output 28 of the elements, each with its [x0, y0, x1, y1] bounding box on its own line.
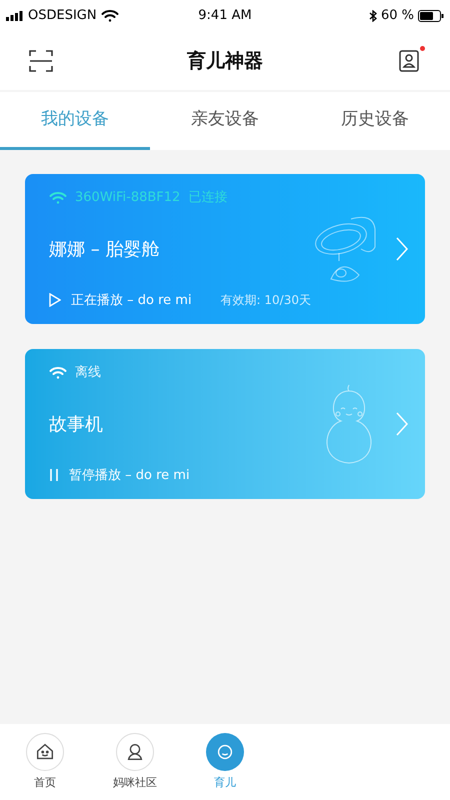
signal-icon	[6, 11, 24, 21]
device-name: 故事机	[49, 412, 104, 436]
page-title: 育儿神器	[187, 48, 263, 74]
playback-status: 暂停播放 – do re mi	[69, 466, 190, 484]
bluetooth-icon	[368, 10, 377, 22]
connection-status: 已连接	[188, 189, 228, 207]
validity-period: 有效期: 10/30天	[220, 292, 311, 310]
wifi-name: 360WiFi-88BF12	[75, 189, 180, 207]
battery-icon	[418, 10, 444, 22]
playback-status: 正在播放 – do re mi	[71, 292, 192, 310]
chevron-right-icon	[395, 236, 409, 262]
pause-icon[interactable]	[49, 468, 59, 482]
play-icon[interactable]	[49, 293, 61, 308]
nav-tab[interactable]: 妈咪社区	[90, 724, 180, 800]
device-tab[interactable]: 历史设备	[300, 92, 450, 150]
house-icon	[26, 732, 64, 771]
face-icon	[206, 732, 244, 771]
chevron-right-icon	[395, 411, 409, 437]
carrier-name: OSDESIGN	[28, 7, 97, 26]
connection-status: 离线	[75, 364, 101, 382]
device-tab[interactable]: 亲友设备	[150, 92, 300, 150]
person-icon	[116, 732, 154, 771]
device-name: 娜娜 – 胎婴舱	[49, 238, 160, 262]
nav-tab[interactable]: 首页	[0, 724, 90, 800]
clock-time: 9:41 AM	[198, 7, 252, 26]
battery-percent: 60 %	[380, 7, 414, 26]
scan-button[interactable]	[28, 48, 54, 74]
wifi-icon	[100, 9, 119, 23]
